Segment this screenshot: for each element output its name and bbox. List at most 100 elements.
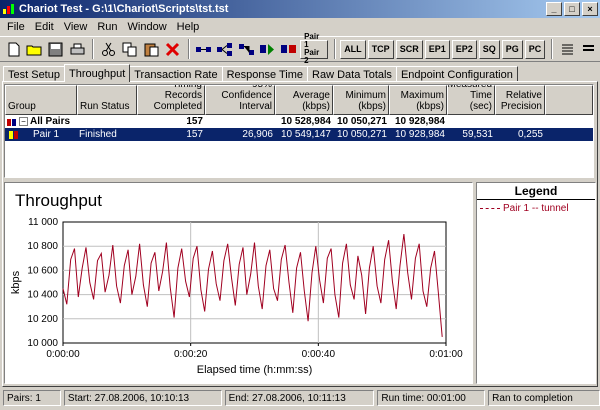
paste-icon — [144, 43, 159, 56]
save-icon — [48, 42, 63, 56]
filter-pg-button[interactable]: PG — [501, 39, 523, 59]
pair-average: 10 549,147 — [280, 129, 331, 140]
menu-edit[interactable]: Edit — [30, 21, 59, 33]
pair-icon — [196, 46, 212, 52]
tab-test-setup[interactable]: Test Setup — [3, 66, 65, 82]
menu-file[interactable]: File — [2, 21, 30, 33]
filter-all-button[interactable]: ALL — [340, 39, 366, 59]
column-header-records[interactable]: Timing Records Completed — [137, 85, 205, 115]
column-header-filler — [545, 85, 593, 115]
close-button[interactable]: × — [582, 2, 598, 16]
legend-label: Pair 1 -- tunnel — [503, 203, 569, 214]
legend-item[interactable]: Pair 1 -- tunnel — [477, 200, 595, 217]
add-multicast-button[interactable] — [215, 39, 235, 60]
legend-panel: Legend Pair 1 -- tunnel — [476, 182, 596, 384]
tab-endpoint-configuration[interactable]: Endpoint Configuration — [395, 66, 518, 82]
new-file-icon — [8, 42, 20, 56]
column-header-run-status[interactable]: Run Status — [77, 85, 137, 115]
print-button[interactable] — [67, 39, 87, 60]
maximize-button[interactable]: □ — [564, 2, 580, 16]
toolbar: Pair 1 Pair 2 ALL TCP SCR EP1 EP2 SQ PG … — [0, 33, 600, 65]
filter-pc-button[interactable]: PC — [524, 39, 546, 59]
pair-records: 157 — [186, 129, 203, 140]
results-grid[interactable]: Group Run Status Timing Records Complete… — [4, 84, 594, 178]
total-records: 157 — [186, 116, 203, 127]
filter-ep2-button[interactable]: EP2 — [451, 39, 477, 59]
toolbar-separator — [334, 39, 337, 59]
status-state: Ran to completion — [488, 390, 600, 406]
tab-throughput[interactable]: Throughput — [63, 64, 131, 82]
y-tick-label: 10 800 — [27, 241, 58, 252]
printer-icon — [70, 43, 85, 54]
minimize-button[interactable]: _ — [546, 2, 562, 16]
pair-run-status: Finished — [79, 129, 117, 140]
toolbar-separator — [187, 39, 190, 59]
menu-help[interactable]: Help — [172, 21, 205, 33]
filter-scr-button[interactable]: SCR — [395, 39, 423, 59]
pair-confidence: 26,906 — [242, 129, 273, 140]
x-axis-label: Elapsed time (h:mm:ss) — [197, 364, 313, 376]
tab-raw-data-totals[interactable]: Raw Data Totals — [307, 66, 397, 82]
column-header-precision[interactable]: Relative Precision — [495, 85, 545, 115]
pair-toggle-button[interactable]: Pair 1 Pair 2 — [300, 33, 329, 65]
pair-group-label: Pair 1 — [33, 129, 60, 140]
add-pair-button[interactable] — [194, 39, 214, 60]
title-bar[interactable]: Chariot Test - G:\1\Chariot\Scripts\tst.… — [0, 0, 600, 18]
cut-button[interactable] — [98, 39, 118, 60]
legend-swatch — [480, 208, 500, 209]
status-end: End: 27.08.2006, 10:11:13 — [224, 390, 375, 406]
menu-window[interactable]: Window — [123, 21, 172, 33]
table-row-total[interactable]: − All Pairs 157 10 528,984 10 050,271 10… — [5, 115, 593, 128]
menu-view[interactable]: View — [59, 21, 93, 33]
y-tick-label: 11 000 — [28, 217, 58, 228]
column-header-minimum[interactable]: Minimum (kbps) — [333, 85, 389, 115]
stop-icon — [281, 44, 297, 53]
multicast-icon — [217, 42, 233, 56]
column-header-measured-time[interactable]: Measured Time (sec) — [447, 85, 495, 115]
detail-view-button[interactable] — [579, 39, 599, 60]
app-icon — [3, 4, 14, 14]
column-header-maximum[interactable]: Maximum (kbps) — [389, 85, 447, 115]
x-tick-label: 0:00:00 — [46, 349, 80, 360]
new-file-button[interactable] — [3, 39, 23, 60]
column-header-average[interactable]: Average (kbps) — [275, 85, 333, 115]
total-group-label: All Pairs — [30, 116, 71, 127]
y-tick-label: 10 200 — [27, 314, 58, 325]
stop-button[interactable] — [279, 39, 299, 60]
toolbar-separator — [551, 39, 554, 59]
save-button[interactable] — [46, 39, 66, 60]
filter-sq-button[interactable]: SQ — [478, 39, 500, 59]
tab-response-time[interactable]: Response Time — [221, 66, 309, 82]
run-button[interactable] — [257, 39, 277, 60]
paste-button[interactable] — [141, 39, 161, 60]
list-view-button[interactable] — [557, 39, 577, 60]
total-minimum: 10 050,271 — [336, 116, 387, 127]
status-pairs: Pairs: 1 — [3, 390, 61, 406]
x-tick-label: 0:01:00 — [429, 349, 463, 360]
result-tabs: Test Setup Throughput Transaction Rate R… — [3, 64, 518, 82]
pair-maximum: 10 928,984 — [394, 129, 445, 140]
pair-precision: 0,255 — [517, 129, 543, 140]
total-average: 10 528,984 — [280, 116, 331, 127]
edit-pair-button[interactable] — [236, 39, 256, 60]
tab-transaction-rate[interactable]: Transaction Rate — [129, 66, 223, 82]
detail-view-icon — [583, 44, 595, 51]
column-header-group[interactable]: Group — [5, 85, 77, 115]
open-folder-button[interactable] — [24, 39, 44, 60]
column-header-confidence[interactable]: 95% Confidence Interval — [205, 85, 275, 115]
status-run-time: Run time: 00:01:00 — [377, 390, 486, 406]
delete-button[interactable] — [162, 39, 182, 60]
chart-plot: 11 00010 80010 60010 40010 20010 0000:00… — [10, 217, 463, 376]
y-tick-label: 10 600 — [27, 265, 58, 276]
collapse-toggle-icon[interactable]: − — [19, 117, 28, 126]
table-row[interactable]: Pair 1 Finished 157 26,906 10 549,147 10… — [5, 128, 593, 141]
throughput-chart[interactable]: Throughput 11 000 10 800 10 600 10 400 10 20… — [4, 182, 473, 384]
copy-button[interactable] — [120, 39, 140, 60]
menu-run[interactable]: Run — [92, 21, 122, 33]
filter-ep1-button[interactable]: EP1 — [424, 39, 450, 59]
group-icon — [7, 118, 16, 126]
filter-tcp-button[interactable]: TCP — [367, 39, 394, 59]
x-tick-label: 0:00:40 — [302, 349, 336, 360]
pair-minimum: 10 050,271 — [336, 129, 387, 140]
open-folder-icon — [26, 45, 42, 55]
